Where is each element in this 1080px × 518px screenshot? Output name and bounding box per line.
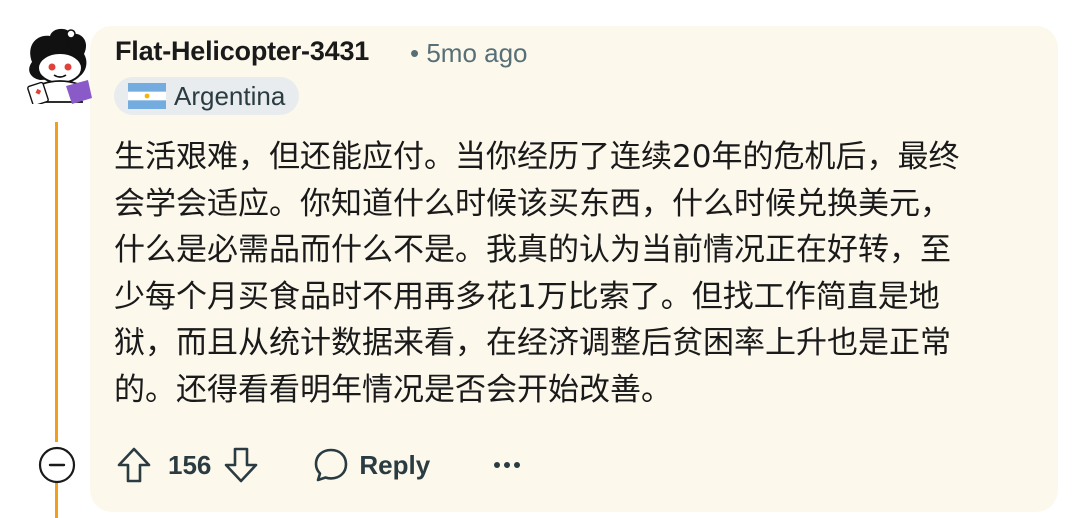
argentina-flag-icon (128, 83, 166, 109)
username[interactable]: Flat-Helicopter-3431 (115, 36, 369, 67)
timestamp[interactable]: • 5mo ago (410, 38, 528, 69)
snoo-avatar-icon (27, 28, 92, 107)
comment-line: 狱，而且从统计数据来看，在经济调整后贫困率上升也是正常 (114, 325, 951, 361)
ellipsis-icon (494, 462, 521, 468)
avatar[interactable] (22, 24, 94, 107)
comment-line: 生活艰难，但还能应付。当你经历了连续20年的危机后，最终 (114, 139, 960, 175)
comment-actions: 156 Reply (114, 440, 522, 490)
thread-line-continuation[interactable] (55, 482, 58, 518)
comment-body: 生活艰难，但还能应付。当你经历了连续20年的危机后，最终 会学会适应。你知道什么… (114, 134, 1024, 413)
comment-line: 什么是必需品而什么不是。我真的认为当前情况正在好转，至 (114, 232, 951, 268)
upvote-button[interactable] (114, 442, 154, 488)
vote-score: 156 (168, 449, 212, 480)
collapse-thread-button[interactable] (38, 446, 76, 484)
flair-label: Argentina (174, 80, 286, 111)
thread-line[interactable] (55, 122, 58, 442)
reply-label: Reply (359, 449, 431, 480)
minus-circle-icon (38, 446, 76, 484)
upvote-arrow-icon (117, 447, 151, 483)
more-options-button[interactable] (492, 442, 522, 488)
comment-line: 少每个月买食品时不用再多花1万比索了。但找工作简直是地 (114, 278, 940, 315)
user-flair: Argentina (114, 77, 300, 115)
comment-card: Flat-Helicopter-3431 • 5mo ago Argentina… (0, 0, 1080, 518)
comment-line: 的。还得看看明年情况是否会开始改善。 (114, 371, 672, 408)
reply-button[interactable]: Reply (313, 447, 430, 483)
downvote-arrow-icon (225, 447, 258, 483)
speech-bubble-icon (315, 448, 348, 482)
downvote-button[interactable] (221, 442, 261, 488)
vote-group: 156 (114, 442, 261, 488)
comment-line: 会学会适应。你知道什么时候该买东西，什么时候兑换美元， (114, 185, 951, 222)
